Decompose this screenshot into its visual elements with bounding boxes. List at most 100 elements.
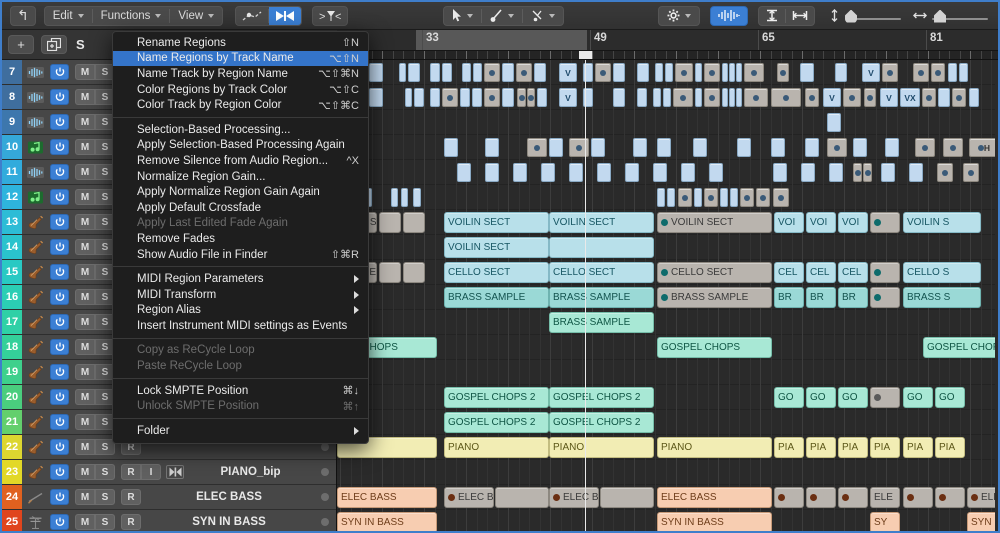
track-lane[interactable] — [337, 310, 998, 335]
midi-region-block[interactable] — [952, 88, 966, 107]
midi-region-block[interactable] — [502, 88, 514, 107]
midi-region-block[interactable] — [863, 163, 872, 182]
midi-region-block[interactable] — [537, 88, 547, 107]
track-enable-button[interactable] — [50, 514, 69, 530]
midi-region-block[interactable] — [657, 138, 671, 157]
waveform-toggle[interactable] — [710, 6, 748, 26]
midi-region-block[interactable] — [756, 188, 770, 207]
track-enable-button[interactable] — [50, 414, 69, 430]
audio-region[interactable]: VOILIN S — [903, 212, 981, 233]
midi-region-block[interactable] — [695, 63, 702, 82]
midi-region-block[interactable] — [408, 63, 420, 82]
record-enable-button[interactable]: R — [121, 464, 141, 480]
menu-item[interactable]: MIDI Transform — [113, 287, 368, 303]
midi-region-block[interactable] — [740, 188, 754, 207]
beat-ruler[interactable] — [337, 51, 998, 60]
midi-region-block[interactable] — [722, 63, 728, 82]
audio-region[interactable] — [403, 212, 425, 233]
midi-region-block[interactable] — [637, 63, 649, 82]
midi-region-block[interactable]: V — [862, 63, 880, 82]
midi-region-block[interactable] — [399, 63, 406, 82]
track-lane[interactable] — [337, 160, 998, 185]
midi-region-block[interactable] — [591, 138, 605, 157]
midi-region-block[interactable] — [569, 163, 583, 182]
midi-region-block[interactable] — [534, 63, 546, 82]
midi-region-block[interactable] — [771, 138, 785, 157]
mute-button[interactable]: M — [75, 114, 95, 130]
midi-region-block[interactable] — [948, 63, 957, 82]
audio-region[interactable]: GOSPEL CHOP — [923, 337, 998, 358]
midi-region-block[interactable] — [405, 88, 412, 107]
midi-region-block[interactable] — [462, 63, 471, 82]
audio-region[interactable]: VOILIN SECT — [657, 212, 772, 233]
menu-item[interactable]: MIDI Region Parameters — [113, 271, 368, 287]
midi-region-block[interactable] — [943, 138, 963, 157]
midi-region-block[interactable] — [653, 163, 667, 182]
audio-region[interactable]: CEL — [774, 262, 804, 283]
audio-region[interactable] — [903, 487, 933, 508]
flex-tool-icon[interactable] — [236, 7, 268, 25]
track-row[interactable]: 25MSRSYN IN BASS — [2, 510, 336, 533]
line-tool-icon[interactable] — [482, 7, 522, 25]
audio-region[interactable]: GOSPEL CHOPS 2 — [549, 387, 654, 408]
audio-region[interactable]: CEL — [838, 262, 868, 283]
track-enable-button[interactable] — [50, 239, 69, 255]
midi-region-block[interactable] — [485, 163, 499, 182]
midi-region-block[interactable] — [931, 63, 945, 82]
audio-region[interactable]: ELEC BASS — [967, 487, 998, 508]
midi-region-block[interactable] — [805, 88, 819, 107]
audio-region[interactable]: BRASS SAMPLE — [549, 312, 654, 333]
midi-region-block[interactable] — [695, 88, 702, 107]
midi-region-block[interactable] — [938, 88, 950, 107]
midi-region-block[interactable] — [369, 63, 383, 82]
midi-region-block[interactable] — [722, 88, 728, 107]
midi-region-block[interactable] — [730, 188, 738, 207]
region-fade-icon[interactable] — [269, 7, 301, 25]
solo-button[interactable]: S — [95, 514, 115, 530]
waveform-icon[interactable] — [711, 7, 747, 25]
audio-region[interactable]: SYN IN BASS — [337, 512, 437, 531]
mute-button[interactable]: M — [75, 514, 95, 530]
midi-region-block[interactable] — [709, 163, 723, 182]
audio-region[interactable]: ELEC BASS — [444, 487, 494, 508]
midi-region-block[interactable] — [633, 138, 647, 157]
vertical-zoom-icon[interactable] — [759, 7, 785, 25]
midi-region-block[interactable] — [829, 163, 843, 182]
track-enable-button[interactable] — [50, 264, 69, 280]
midi-region-block[interactable] — [414, 88, 424, 107]
midi-region-block[interactable] — [549, 138, 563, 157]
midi-region-block[interactable] — [773, 188, 789, 207]
midi-region-block[interactable] — [541, 163, 555, 182]
midi-region-block[interactable] — [853, 138, 867, 157]
playhead-handle[interactable] — [579, 51, 592, 60]
mute-button[interactable]: M — [75, 264, 95, 280]
audio-region[interactable]: CELLO S — [903, 262, 981, 283]
midi-region-block[interactable] — [744, 88, 768, 107]
midi-region-block[interactable] — [827, 113, 841, 132]
solo-button[interactable]: S — [95, 464, 115, 480]
midi-region-block[interactable] — [527, 138, 547, 157]
midi-region-block[interactable] — [502, 63, 514, 82]
menu-item[interactable]: Folder — [113, 423, 368, 439]
audio-region[interactable]: GOSPEL CHOPS 2 — [444, 412, 549, 433]
midi-region-block[interactable] — [484, 63, 500, 82]
midi-region-block[interactable] — [472, 88, 482, 107]
audio-region[interactable]: SY — [870, 512, 900, 531]
midi-region-block[interactable] — [681, 163, 695, 182]
menu-edit[interactable]: Edit — [45, 7, 92, 25]
menu-item[interactable]: Region Alias — [113, 303, 368, 319]
track-color-dot[interactable] — [321, 443, 329, 451]
track-enable-button[interactable] — [50, 189, 69, 205]
midi-region-block[interactable] — [569, 138, 589, 157]
undo-arrow-icon[interactable]: ↰ — [11, 7, 35, 25]
audio-region[interactable]: PIA — [903, 437, 933, 458]
menu-item[interactable]: Remove Fades — [113, 231, 368, 247]
audio-region[interactable]: BR — [774, 287, 804, 308]
audio-region[interactable]: SYN IN BASS — [967, 512, 998, 531]
midi-region-block[interactable] — [704, 188, 718, 207]
track-name[interactable]: PIANO_bip — [184, 466, 321, 478]
midi-region-block[interactable] — [413, 188, 421, 207]
midi-region-block[interactable] — [881, 163, 895, 182]
track-lane[interactable] — [337, 410, 998, 435]
audio-region[interactable]: BR — [838, 287, 868, 308]
